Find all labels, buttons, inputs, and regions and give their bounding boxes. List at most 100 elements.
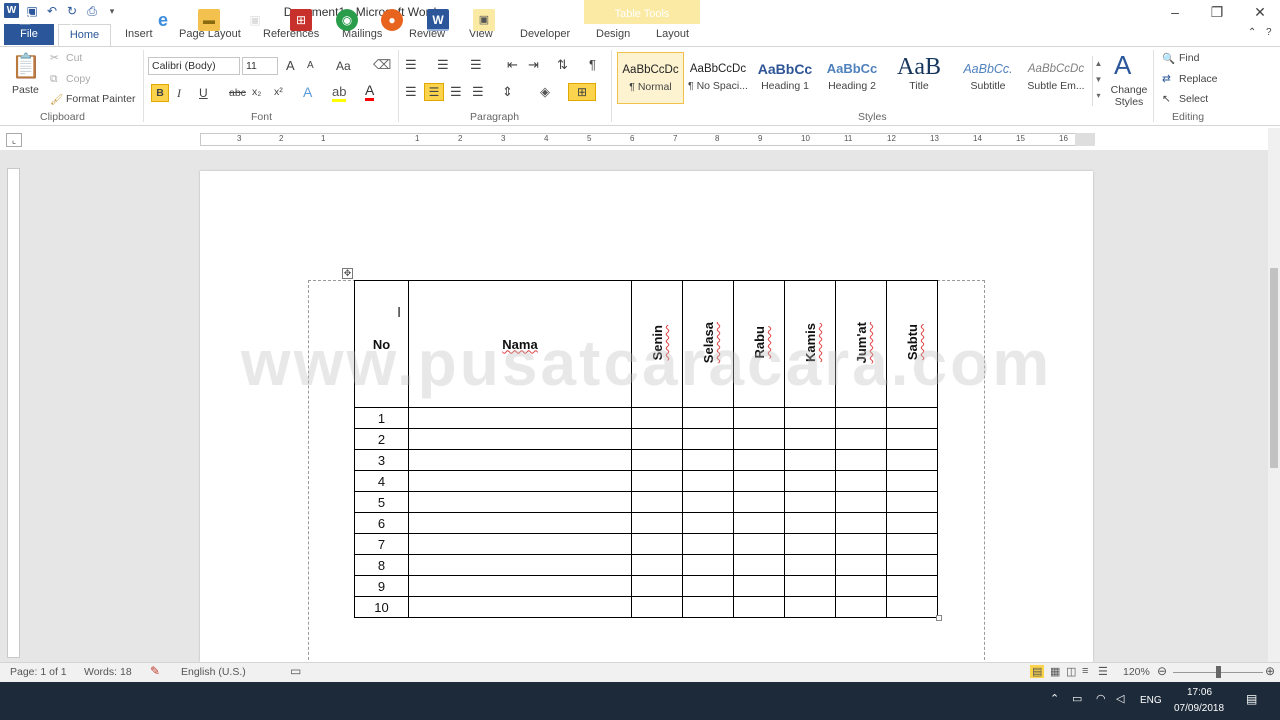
font-size-select[interactable]: 11 [242, 57, 278, 75]
day-cell[interactable] [886, 575, 938, 597]
cut-button[interactable]: Cut [66, 52, 82, 64]
task-view-icon[interactable]: ⧉ [104, 9, 126, 31]
sort-icon[interactable]: ⇅ [557, 57, 568, 73]
row-number-cell[interactable]: 3 [354, 449, 409, 471]
close-button[interactable]: ✕ [1245, 4, 1275, 21]
font-family-select[interactable]: Calibri (Body) [148, 57, 240, 75]
day-cell[interactable] [886, 491, 938, 513]
search-icon[interactable]: ⚲ [60, 9, 82, 31]
day-cell[interactable] [784, 491, 836, 513]
battery-icon[interactable]: ▭ [1072, 692, 1082, 705]
header-nama[interactable]: Nama [408, 280, 632, 408]
proofing-icon[interactable]: ✎ [150, 664, 160, 678]
scrollbar-thumb[interactable] [1270, 268, 1278, 468]
day-cell[interactable] [835, 554, 887, 576]
day-cell[interactable] [886, 449, 938, 471]
day-cell[interactable] [682, 491, 734, 513]
italic-button[interactable]: I [177, 86, 181, 101]
macro-record-icon[interactable]: ▭ [290, 664, 301, 678]
increase-indent-icon[interactable]: ⇥ [528, 57, 539, 73]
word-taskbar-icon[interactable]: W [427, 9, 449, 31]
day-cell[interactable] [682, 554, 734, 576]
superscript-button[interactable]: x² [274, 86, 283, 98]
tab-layout[interactable]: Layout [656, 28, 689, 40]
day-cell[interactable] [835, 512, 887, 534]
row-number-cell[interactable]: 6 [354, 512, 409, 534]
header-senin[interactable]: Senin [631, 280, 683, 408]
bullets-icon[interactable]: ☰ [405, 57, 417, 73]
day-cell[interactable] [682, 470, 734, 492]
name-cell[interactable] [408, 596, 632, 618]
day-cell[interactable] [682, 449, 734, 471]
row-number-cell[interactable]: 8 [354, 554, 409, 576]
volume-icon[interactable]: ◁ [1116, 692, 1124, 705]
windows-start-icon[interactable]: ⊞ [14, 9, 36, 31]
horizontal-ruler[interactable]: 3211234567891011121314151617 [200, 133, 1095, 146]
name-cell[interactable] [408, 575, 632, 597]
day-cell[interactable] [886, 407, 938, 429]
row-number-cell[interactable]: 1 [354, 407, 409, 429]
grow-font-button[interactable]: A [286, 58, 295, 73]
name-cell[interactable] [408, 512, 632, 534]
day-cell[interactable] [682, 512, 734, 534]
day-cell[interactable] [784, 470, 836, 492]
day-cell[interactable] [784, 596, 836, 618]
tab-selector-icon[interactable]: ⌞ [6, 133, 22, 147]
day-cell[interactable] [835, 449, 887, 471]
day-cell[interactable] [784, 512, 836, 534]
highlight-color-icon[interactable]: ab [332, 84, 347, 102]
day-cell[interactable] [733, 428, 785, 450]
style-normal[interactable]: AaBbCcDc ¶ Normal [617, 52, 684, 104]
strikethrough-button[interactable]: abc [229, 87, 246, 99]
justify-icon[interactable]: ☰ [472, 84, 484, 100]
day-cell[interactable] [682, 428, 734, 450]
find-button[interactable]: Find [1179, 52, 1199, 64]
shading-icon[interactable]: ◈ [540, 84, 550, 100]
day-cell[interactable] [733, 449, 785, 471]
style-title[interactable]: AaB Title [887, 52, 951, 104]
name-cell[interactable] [408, 407, 632, 429]
day-cell[interactable] [835, 533, 887, 555]
day-cell[interactable] [835, 470, 887, 492]
help-icon[interactable]: ? [1266, 27, 1272, 38]
day-cell[interactable] [631, 449, 683, 471]
clear-formatting-icon[interactable]: ⌫ [373, 57, 391, 73]
day-cell[interactable] [835, 596, 887, 618]
day-cell[interactable] [835, 407, 887, 429]
app-taskbar-icon[interactable]: ▣ [473, 9, 495, 31]
change-case-button[interactable]: Aa [336, 59, 351, 73]
day-cell[interactable] [784, 449, 836, 471]
copy-button[interactable]: Copy [66, 73, 91, 85]
header-rabu[interactable]: Rabu [733, 280, 785, 408]
tab-insert[interactable]: Insert [125, 28, 153, 40]
bold-button[interactable]: B [151, 84, 169, 102]
styles-gallery-scroll[interactable]: ▲ ▼ ▾ [1092, 56, 1104, 106]
align-left-icon[interactable]: ☰ [405, 84, 417, 100]
day-cell[interactable] [784, 575, 836, 597]
language-status[interactable]: English (U.S.) [181, 666, 246, 678]
day-cell[interactable] [682, 596, 734, 618]
firefox-icon[interactable]: ● [381, 9, 403, 31]
name-cell[interactable] [408, 428, 632, 450]
align-center-icon[interactable]: ☰ [424, 83, 444, 101]
day-cell[interactable] [886, 428, 938, 450]
header-kamis[interactable]: Kamis [784, 280, 836, 408]
format-painter-button[interactable]: Format Painter [66, 93, 135, 105]
clock-date[interactable]: 07/09/2018 [1174, 703, 1224, 714]
zoom-in-icon[interactable]: ⊕ [1265, 664, 1275, 678]
name-cell[interactable] [408, 470, 632, 492]
decrease-indent-icon[interactable]: ⇤ [507, 57, 518, 73]
style-subtle-emphasis[interactable]: AaBbCcDc Subtle Em... [1023, 52, 1089, 104]
name-cell[interactable] [408, 533, 632, 555]
store-icon[interactable]: ▣ [244, 9, 266, 31]
vertical-scrollbar[interactable] [1268, 128, 1280, 662]
wifi-icon[interactable]: ◠ [1096, 692, 1106, 705]
edge-icon[interactable]: e [152, 9, 174, 31]
day-cell[interactable] [784, 533, 836, 555]
day-cell[interactable] [835, 428, 887, 450]
tab-developer[interactable]: Developer [520, 28, 570, 40]
day-cell[interactable] [733, 554, 785, 576]
day-cell[interactable] [835, 491, 887, 513]
day-cell[interactable] [631, 470, 683, 492]
outline-view-icon[interactable]: ≡ [1082, 665, 1088, 677]
